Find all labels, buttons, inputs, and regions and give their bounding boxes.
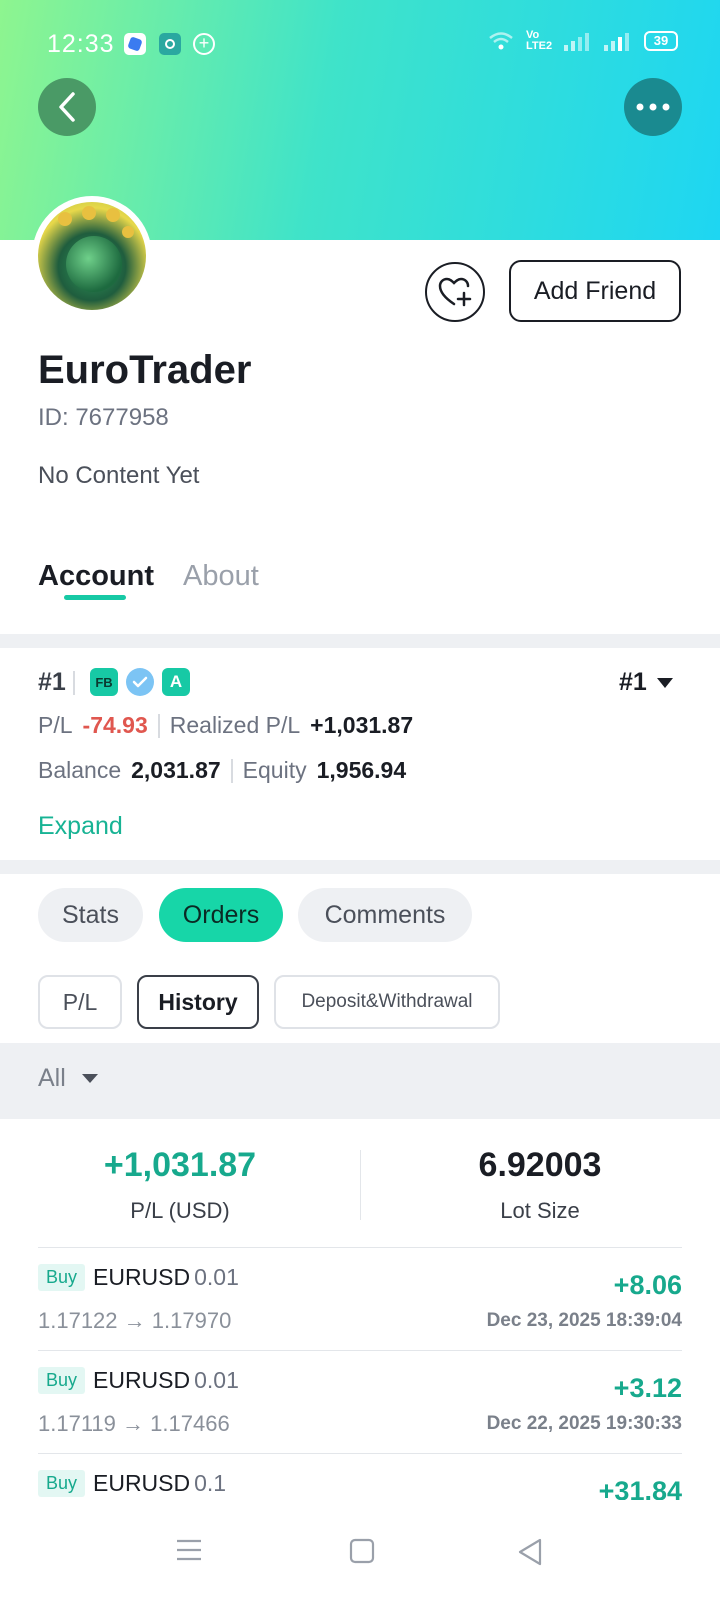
back-triangle-icon[interactable] [517,1538,543,1566]
back-button[interactable] [38,78,96,136]
menu-icon[interactable] [175,1538,203,1562]
tab-stats[interactable]: Stats [38,888,143,942]
order-pl: +3.12 [613,1373,682,1403]
filter-label: All [38,1064,66,1092]
filter-dropdown[interactable]: All [38,1064,98,1093]
section-divider [0,860,720,874]
subtab-history[interactable]: History [137,975,259,1029]
battery-icon: 39 [644,31,678,51]
order-symbol: EURUSD 0.01 [93,1264,239,1291]
bio-text: No Content Yet [38,462,200,489]
order-pl: +8.06 [613,1270,682,1300]
app-notification-icon-2 [159,33,181,55]
app-notification-icon [124,33,146,55]
order-close-price: 1.17466 [150,1411,230,1436]
add-circle-icon: + [193,33,215,55]
arrow-right-icon: → [123,1308,146,1333]
more-options-button[interactable] [624,78,682,136]
order-date: Dec 23, 2025 18:39:04 [486,1310,682,1331]
home-square-icon[interactable] [349,1538,375,1564]
arrow-right-icon: → [122,1411,145,1436]
pl-label: P/L [38,712,73,738]
caret-down-icon [656,677,673,688]
summary-pl-label: P/L (USD) [130,1198,230,1223]
order-row[interactable]: Buy EURUSD 0.01 1.17122 → 1.17970 +8.06 D… [38,1247,682,1350]
order-lot: 0.1 [194,1470,227,1496]
account-selector-label: #1 [619,668,647,696]
order-side-badge: Buy [38,1367,86,1394]
order-side-badge: Buy [38,1470,86,1497]
summary-divider [360,1150,361,1220]
follow-button[interactable] [425,262,485,322]
fb-badge: FB [90,668,118,696]
balance-value: 2,031.87 [131,757,221,783]
order-close-price: 1.17970 [151,1308,232,1333]
tab-comments[interactable]: Comments [298,888,472,942]
heart-plus-icon [438,277,472,307]
balance-label: Balance [38,757,122,783]
order-side-badge: Buy [38,1264,86,1291]
tab-account[interactable]: Account [38,560,154,593]
section-divider [0,634,720,648]
subtab-pl[interactable]: P/L [38,975,122,1029]
pl-row: P/L -74.93 Realized P/L +1,031.87 [38,712,413,739]
order-symbol: EURUSD 0.1 [93,1470,226,1497]
avatar [32,196,152,316]
username: EuroTrader [38,348,252,392]
order-open-price: 1.17122 [38,1308,118,1333]
status-bar: 12:33 + Vo LTE2 39 [0,0,720,88]
order-price: 1.17119 → 1.17466 [38,1411,230,1437]
active-tab-indicator [64,595,126,600]
expand-link[interactable]: Expand [38,812,123,841]
a-badge: A [162,668,190,696]
more-dots-icon [636,103,670,111]
order-symbol-name: EURUSD [93,1470,191,1496]
balance-row: Balance 2,031.87 Equity 1,956.94 [38,757,406,784]
network-label: Vo LTE2 [526,29,553,52]
order-symbol: EURUSD 0.01 [93,1367,239,1394]
order-lot: 0.01 [194,1264,239,1290]
avatar-image [38,202,146,310]
tab-orders[interactable]: Orders [159,888,283,942]
subtab-deposit-withdrawal[interactable]: Deposit&Withdrawal [274,975,500,1029]
account-rank-label: #1 [38,668,66,696]
status-indicators: Vo LTE2 39 [488,30,678,52]
pl-value: -74.93 [82,712,148,738]
user-id: ID: 7677958 [38,404,169,431]
caret-down-icon [81,1074,98,1083]
order-date: Dec 22, 2025 19:30:33 [486,1413,682,1434]
equity-label: Equity [242,757,307,783]
realized-pl-label: Realized P/L [169,712,301,738]
verified-badge-icon [126,668,154,696]
summary-lot-value: 6.92003 [478,1146,602,1184]
account-rank: #1 [38,668,75,697]
filter-bar [0,1043,720,1119]
system-nav-bar [0,1500,720,1600]
order-symbol-name: EURUSD [93,1264,191,1290]
separator [72,671,75,696]
signal-icon [564,33,589,51]
order-row[interactable]: Buy EURUSD 0.01 1.17119 → 1.17466 +3.12 D… [38,1350,682,1453]
summary-lot-label: Lot Size [500,1198,580,1223]
order-lot: 0.01 [194,1367,239,1393]
chevron-left-icon [59,92,75,122]
separator [157,713,160,738]
tab-about[interactable]: About [183,560,259,593]
add-friend-button[interactable]: Add Friend [509,260,681,322]
account-selector[interactable]: #1 [619,668,673,697]
order-open-price: 1.17119 [38,1411,116,1436]
wifi-icon [489,32,513,50]
order-price: 1.17122 → 1.17970 [38,1308,231,1334]
status-time: 12:33 [47,30,115,58]
summary-pl-value: +1,031.87 [103,1146,257,1184]
separator [230,758,233,783]
order-symbol-name: EURUSD [93,1367,191,1393]
realized-pl-value: +1,031.87 [310,712,414,738]
equity-value: 1,956.94 [316,757,407,783]
signal-icon-2 [604,33,629,51]
